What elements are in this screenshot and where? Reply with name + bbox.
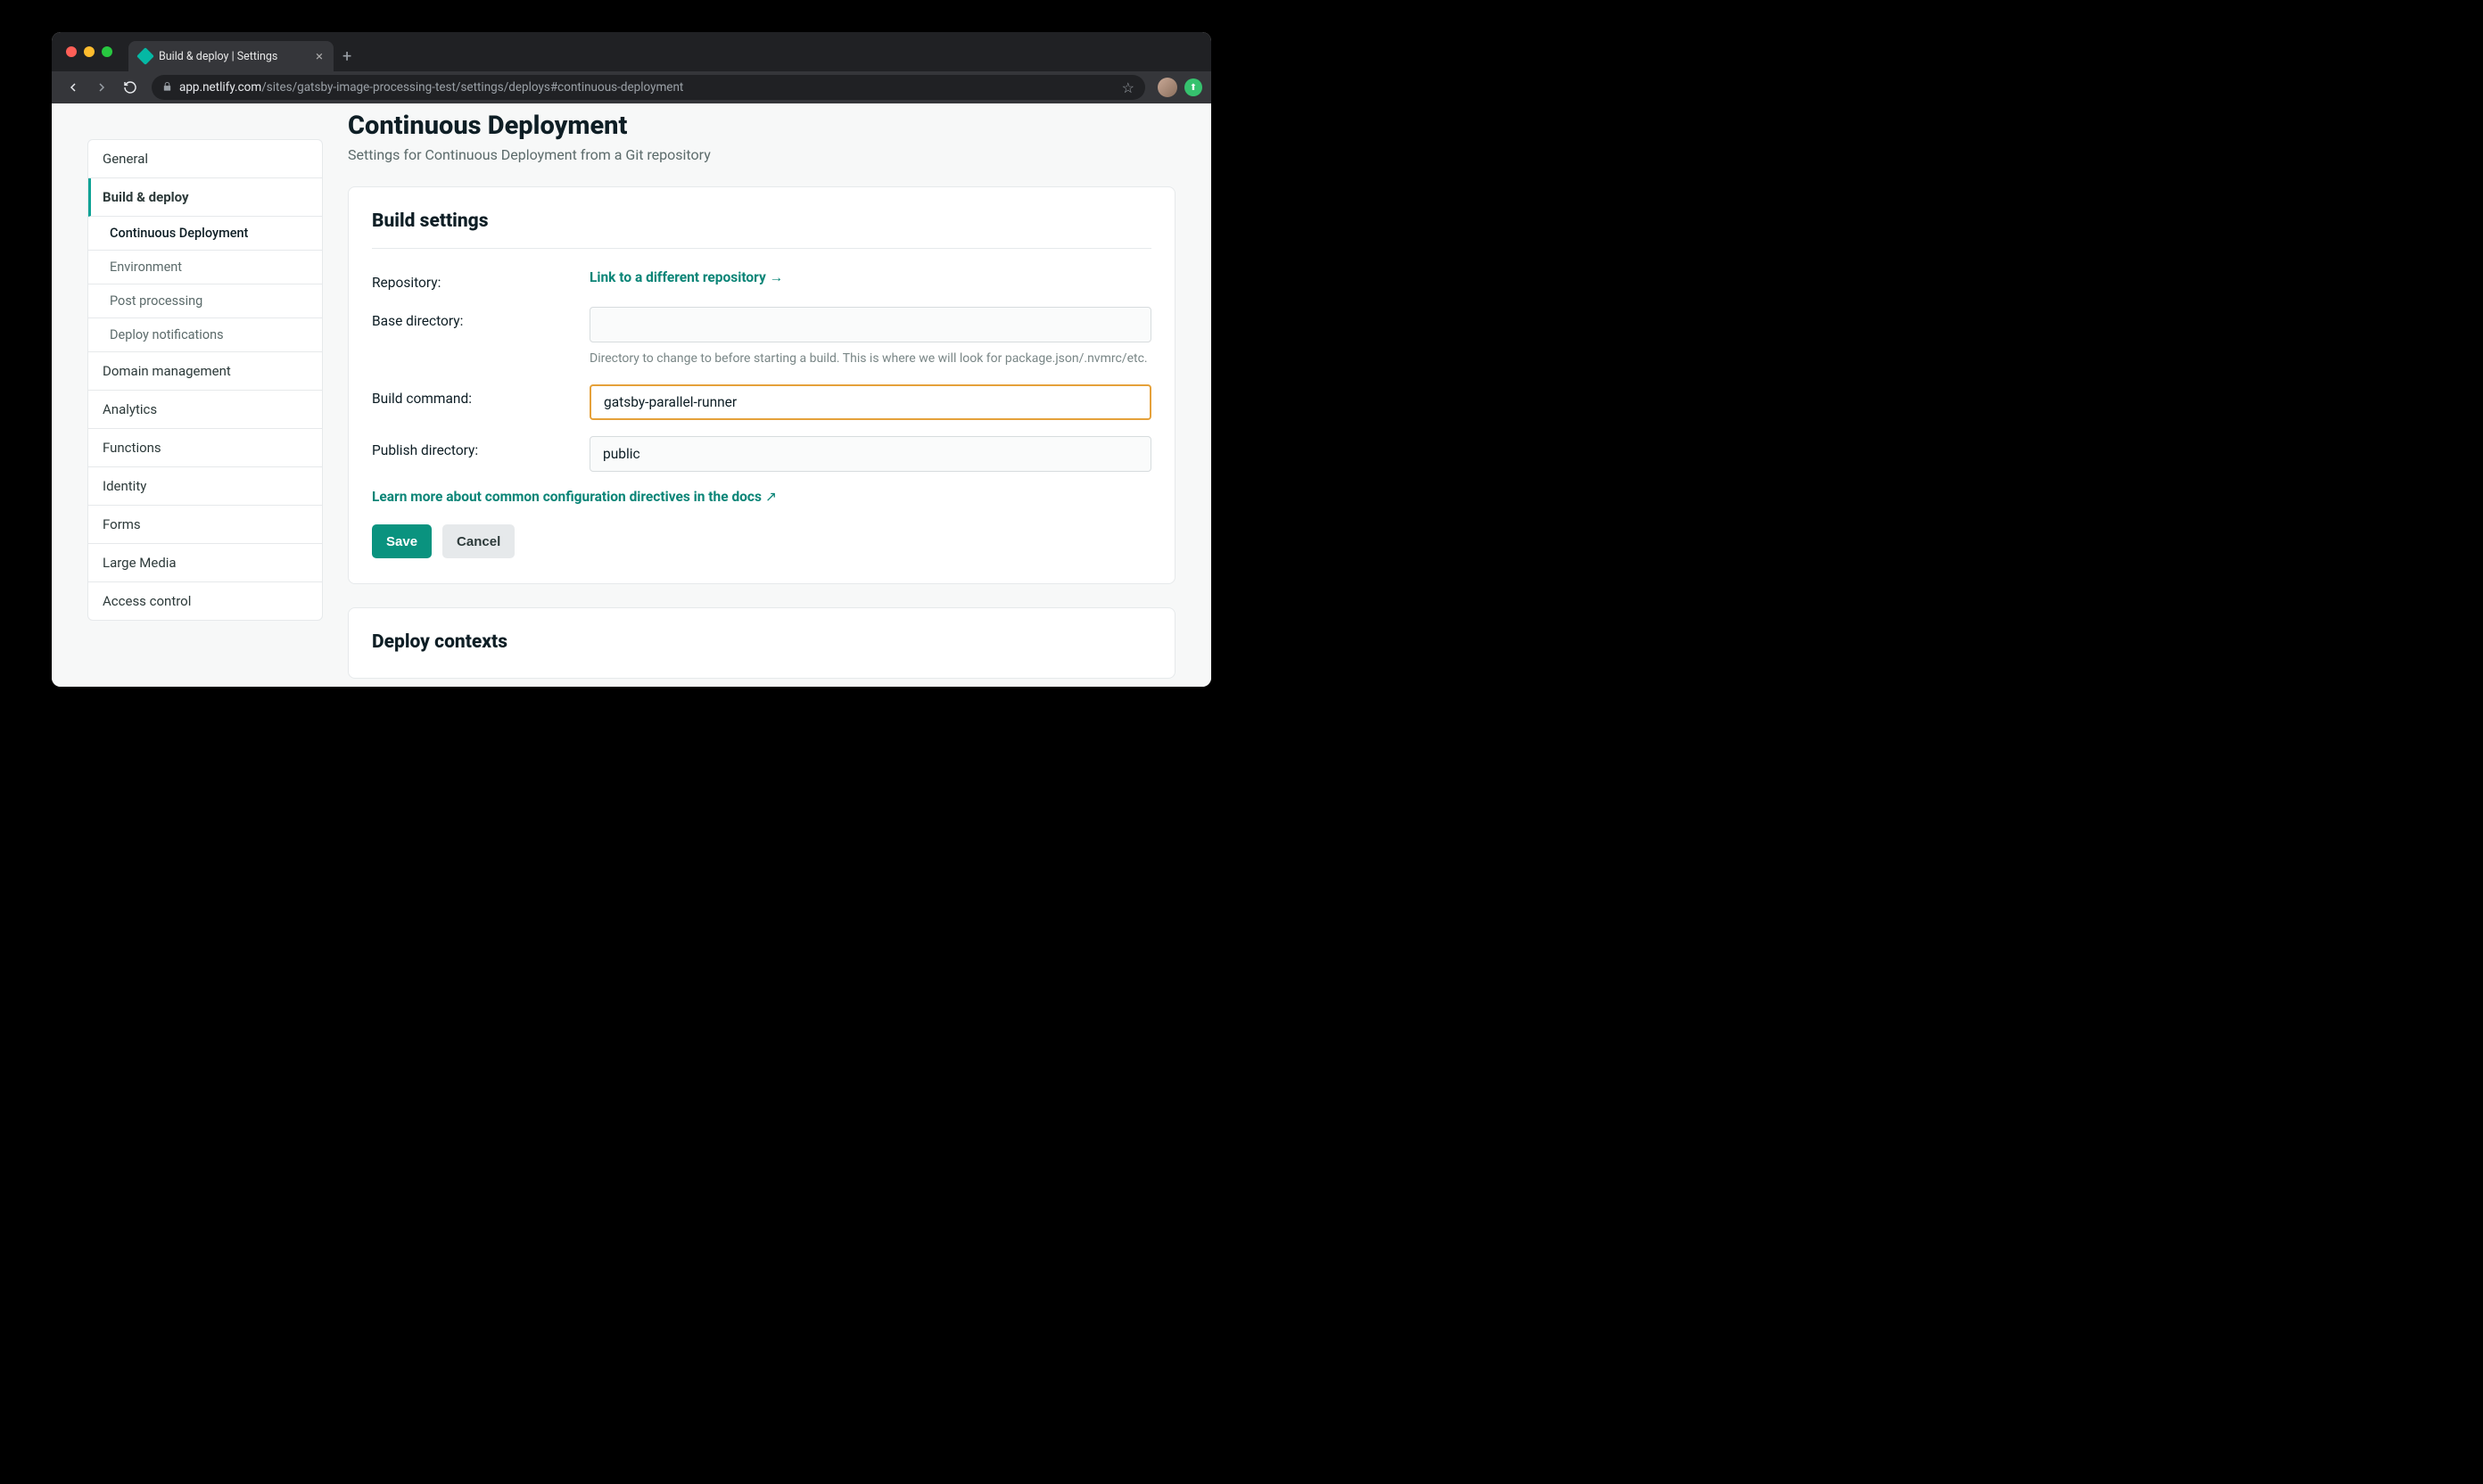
close-tab-icon[interactable]: × — [316, 50, 323, 63]
sidebar-item-general[interactable]: General — [88, 140, 322, 178]
tab-title: Build & deploy | Settings — [159, 50, 309, 63]
publish-directory-label: Publish directory: — [372, 436, 590, 458]
repository-label: Repository: — [372, 268, 590, 291]
sidebar-item-build-deploy[interactable]: Build & deploy — [88, 178, 322, 217]
sidebar-item-analytics[interactable]: Analytics — [88, 391, 322, 429]
external-link-icon: ↗ — [765, 489, 777, 505]
sidebar-item-identity[interactable]: Identity — [88, 467, 322, 506]
page-subtitle: Settings for Continuous Deployment from … — [348, 146, 1176, 163]
sidebar-item-functions[interactable]: Functions — [88, 429, 322, 467]
back-button[interactable] — [61, 75, 86, 100]
sidebar-sub-continuous-deployment[interactable]: Continuous Deployment — [88, 217, 322, 251]
base-directory-input[interactable] — [590, 307, 1151, 342]
arrow-right-icon: → — [770, 269, 784, 286]
build-command-input[interactable] — [590, 384, 1151, 420]
build-settings-card: Build settings Repository: Link to a dif… — [348, 186, 1176, 584]
page-title: Continuous Deployment — [348, 111, 1176, 141]
window-controls — [66, 46, 112, 57]
sidebar-sub-environment[interactable]: Environment — [88, 251, 322, 284]
learn-more-link[interactable]: Learn more about common configuration di… — [372, 489, 777, 505]
forward-button[interactable] — [89, 75, 114, 100]
page-viewport[interactable]: General Build & deploy Continuous Deploy… — [52, 103, 1211, 687]
profile-avatar[interactable] — [1158, 78, 1177, 97]
sidebar-item-large-media[interactable]: Large Media — [88, 544, 322, 582]
link-repository-link[interactable]: Link to a different repository→ — [590, 269, 783, 286]
browser-window: Build & deploy | Settings × + app.netlif… — [52, 32, 1211, 687]
build-command-label: Build command: — [372, 384, 590, 407]
deploy-contexts-card: Deploy contexts — [348, 607, 1176, 679]
build-settings-heading: Build settings — [372, 210, 1151, 249]
main-content: Continuous Deployment Settings for Conti… — [348, 103, 1176, 687]
new-tab-button[interactable]: + — [342, 47, 351, 66]
sidebar-item-access-control[interactable]: Access control — [88, 582, 322, 620]
sidebar-item-domain-management[interactable]: Domain management — [88, 352, 322, 391]
sidebar-sub-post-processing[interactable]: Post processing — [88, 284, 322, 318]
address-bar: app.netlify.com/sites/gatsby-image-proce… — [52, 71, 1211, 103]
base-directory-helper: Directory to change to before starting a… — [590, 350, 1151, 368]
sidebar-sub-deploy-notifications[interactable]: Deploy notifications — [88, 318, 322, 352]
base-directory-label: Base directory: — [372, 307, 590, 329]
settings-sidebar: General Build & deploy Continuous Deploy… — [87, 139, 323, 621]
close-window-icon[interactable] — [66, 46, 77, 57]
minimize-window-icon[interactable] — [84, 46, 95, 57]
maximize-window-icon[interactable] — [102, 46, 112, 57]
sidebar-item-forms[interactable]: Forms — [88, 506, 322, 544]
url-input[interactable]: app.netlify.com/sites/gatsby-image-proce… — [152, 75, 1145, 100]
netlify-favicon-icon — [136, 47, 154, 65]
cancel-button[interactable]: Cancel — [442, 524, 515, 558]
url-text: app.netlify.com/sites/gatsby-image-proce… — [179, 80, 683, 95]
reload-button[interactable] — [118, 75, 143, 100]
publish-directory-input[interactable] — [590, 436, 1151, 472]
bookmark-star-icon[interactable]: ☆ — [1122, 79, 1134, 96]
titlebar: Build & deploy | Settings × + — [52, 32, 1211, 71]
lock-icon — [162, 81, 172, 95]
save-button[interactable]: Save — [372, 524, 432, 558]
deploy-contexts-heading: Deploy contexts — [372, 631, 1151, 653]
browser-tab[interactable]: Build & deploy | Settings × — [128, 41, 334, 71]
extension-badge-icon[interactable]: ⬆ — [1184, 78, 1202, 96]
